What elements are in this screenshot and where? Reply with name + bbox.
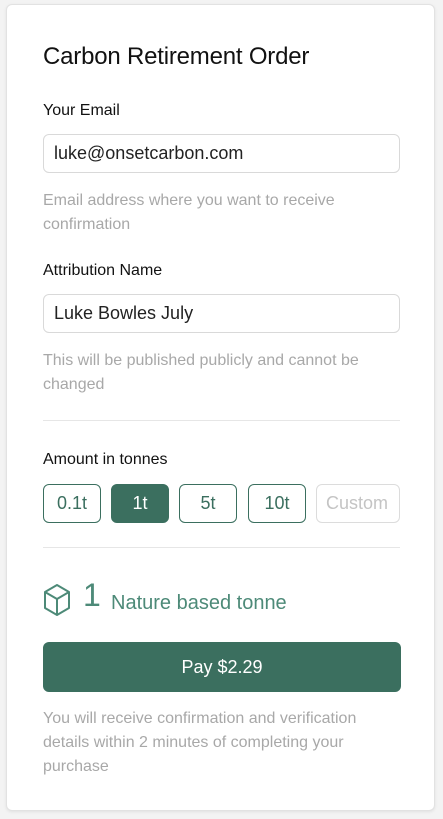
form-title: Carbon Retirement Order	[43, 43, 310, 70]
attribution-label: Attribution Name	[43, 262, 163, 279]
attribution-hint: This will be published publicly and cann…	[43, 352, 359, 393]
amount-option-5t[interactable]: 5t	[179, 484, 237, 523]
email-label: Your Email	[43, 102, 120, 119]
footer-note: You will receive confirmation and verifi…	[43, 710, 357, 775]
amount-option-1t[interactable]: 1t	[111, 484, 169, 523]
pay-button[interactable]: Pay $2.29	[43, 642, 401, 692]
amount-option-0-1t[interactable]: 0.1t	[43, 484, 101, 523]
amount-label: Amount in tonnes	[43, 451, 168, 468]
quantity-value: 1	[83, 577, 101, 613]
custom-amount-input[interactable]	[316, 484, 400, 523]
email-hint: Email address where you want to receive …	[43, 192, 335, 233]
order-card: Carbon Retirement Order Your Email Email…	[6, 4, 435, 811]
hexagon-cube-icon	[43, 583, 71, 622]
order-summary: 1 Nature based tonne	[43, 577, 403, 623]
divider	[43, 547, 400, 548]
attribution-field[interactable]	[43, 294, 400, 333]
email-field[interactable]	[43, 134, 400, 173]
divider	[43, 420, 400, 421]
quantity-unit-label: Nature based tonne	[111, 592, 287, 614]
amount-option-10t[interactable]: 10t	[248, 484, 306, 523]
